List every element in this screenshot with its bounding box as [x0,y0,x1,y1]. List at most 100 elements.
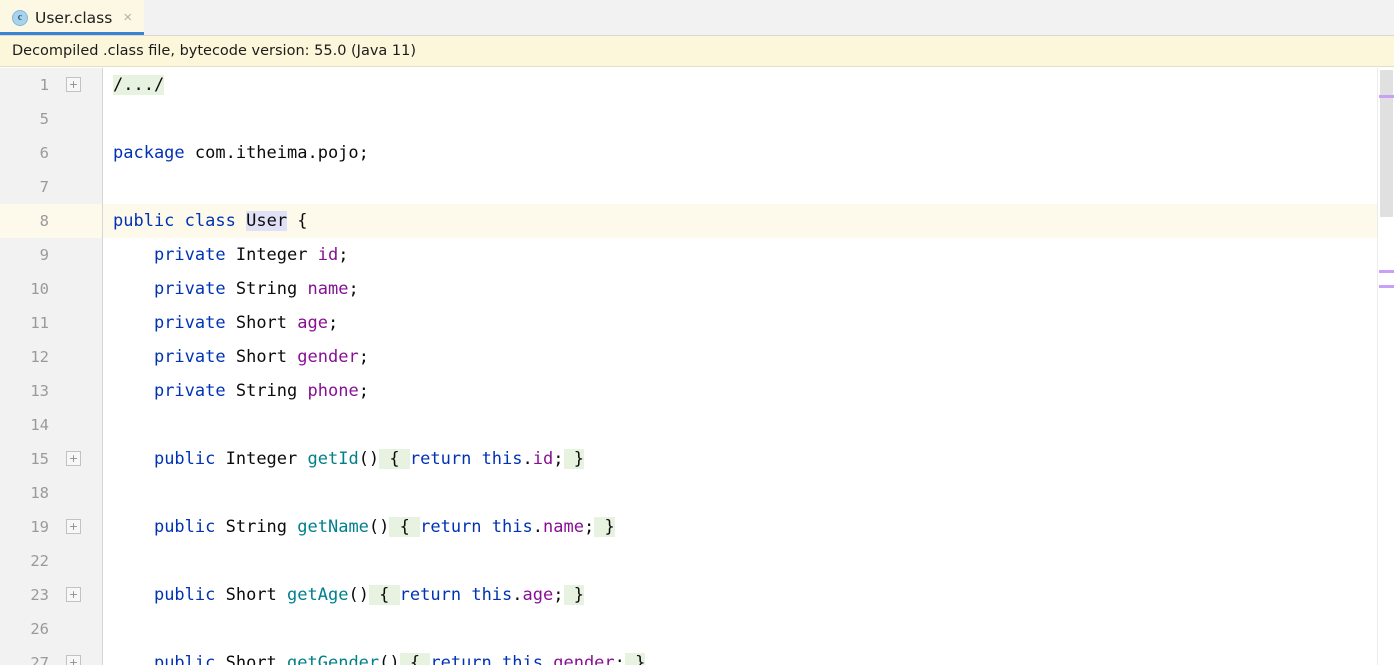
code-text[interactable] [103,170,1377,204]
scrollbar-occurrence-marker[interactable] [1379,270,1394,273]
code-text[interactable]: public Short getGender() { return this.g… [103,646,1377,665]
gutter[interactable] [58,408,103,442]
gutter[interactable] [58,544,103,578]
line-number: 9 [0,238,58,272]
code-token: /.../ [113,75,164,95]
gutter[interactable] [58,170,103,204]
gutter[interactable]: + [58,510,103,544]
code-line[interactable]: 11 private Short age; [0,306,1377,340]
code-text[interactable]: public String getName() { return this.na… [103,510,1377,544]
gutter[interactable] [58,204,103,238]
code-line[interactable]: 23+ public Short getAge() { return this.… [0,578,1377,612]
gutter[interactable] [58,612,103,646]
code-text[interactable]: package com.itheima.pojo; [103,136,1377,170]
code-line[interactable]: 22 [0,544,1377,578]
code-line[interactable]: 14 [0,408,1377,442]
code-token: public [154,585,215,605]
gutter[interactable] [58,476,103,510]
code-line[interactable]: 15+ public Integer getId() { return this… [0,442,1377,476]
code-token: String [226,381,308,401]
code-text[interactable]: private Integer id; [103,238,1377,272]
gutter[interactable] [58,340,103,374]
code-token: Short [215,653,287,665]
code-text[interactable]: public Short getAge() { return this.age;… [103,578,1377,612]
code-token: { [389,517,420,537]
tab-user-class[interactable]: c User.class × [0,0,144,35]
code-text[interactable]: public Integer getId() { return this.id;… [103,442,1377,476]
fold-expand-icon[interactable]: + [66,587,81,602]
gutter[interactable]: + [58,646,103,665]
code-token: User [246,211,287,231]
code-line[interactable]: 12 private Short gender; [0,340,1377,374]
code-token: return [400,585,461,605]
gutter[interactable] [58,374,103,408]
code-token [461,585,471,605]
code-line[interactable]: 26 [0,612,1377,646]
code-token: ; [553,585,563,605]
code-line[interactable]: 18 [0,476,1377,510]
editor-tab-bar: c User.class × [0,0,1394,36]
code-line[interactable]: 1+/.../ [0,68,1377,102]
code-text[interactable] [103,544,1377,578]
fold-expand-icon[interactable]: + [66,451,81,466]
scrollbar-occurrence-marker[interactable] [1379,285,1394,288]
code-token: Short [226,347,298,367]
line-number: 5 [0,102,58,136]
gutter[interactable] [58,102,103,136]
code-line[interactable]: 7 [0,170,1377,204]
fold-expand-icon[interactable]: + [66,77,81,92]
code-token: age [297,313,328,333]
code-text[interactable]: private Short age; [103,306,1377,340]
code-token [113,381,154,401]
code-token: this [471,585,512,605]
code-text[interactable]: private String name; [103,272,1377,306]
gutter[interactable] [58,238,103,272]
gutter[interactable] [58,272,103,306]
code-token: Integer [215,449,307,469]
code-text[interactable]: private Short gender; [103,340,1377,374]
gutter[interactable] [58,136,103,170]
scrollbar-thumb[interactable] [1380,70,1393,217]
code-line[interactable]: 9 private Integer id; [0,238,1377,272]
gutter[interactable] [58,306,103,340]
close-icon[interactable]: × [121,10,134,25]
code-token [113,279,154,299]
fold-expand-icon[interactable]: + [66,519,81,534]
code-token: . [512,585,522,605]
code-line[interactable]: 19 + public String getName() { return thi… [0,510,1377,544]
code-line[interactable]: 13 private String phone; [0,374,1377,408]
code-text[interactable] [103,476,1377,510]
code-editor[interactable]: 1+/.../56package com.itheima.pojo;78publ… [0,68,1394,665]
code-line[interactable]: 27+ public Short getGender() { return th… [0,646,1377,665]
fold-expand-icon[interactable]: + [66,655,81,665]
code-token: . [543,653,553,665]
java-class-file-icon: c [12,10,28,26]
line-number: 13 [0,374,58,408]
code-line[interactable]: 10 private String name; [0,272,1377,306]
gutter[interactable]: + [58,578,103,612]
code-line[interactable]: 5 [0,102,1377,136]
line-number: 7 [0,170,58,204]
vertical-scrollbar[interactable] [1377,68,1394,665]
code-token: Short [226,313,298,333]
code-token: Integer [226,245,318,265]
code-text[interactable] [103,408,1377,442]
code-text[interactable]: public class User { [103,204,1377,238]
scrollbar-occurrence-marker[interactable] [1379,95,1394,98]
code-lines-container[interactable]: 1+/.../56package com.itheima.pojo;78publ… [0,68,1377,665]
line-number: 19 [0,510,58,544]
gutter[interactable]: + [58,442,103,476]
code-token: ; [359,381,369,401]
code-text[interactable] [103,612,1377,646]
code-text[interactable] [103,102,1377,136]
code-text[interactable]: private String phone; [103,374,1377,408]
code-text[interactable]: /.../ [103,68,1377,102]
code-token: public [154,653,215,665]
code-token [113,245,154,265]
code-token: getGender [287,653,379,665]
code-token: String [226,279,308,299]
code-token: getId [308,449,359,469]
gutter[interactable]: + [58,68,103,102]
code-line[interactable]: 8public class User { [0,204,1377,238]
code-line[interactable]: 6package com.itheima.pojo; [0,136,1377,170]
